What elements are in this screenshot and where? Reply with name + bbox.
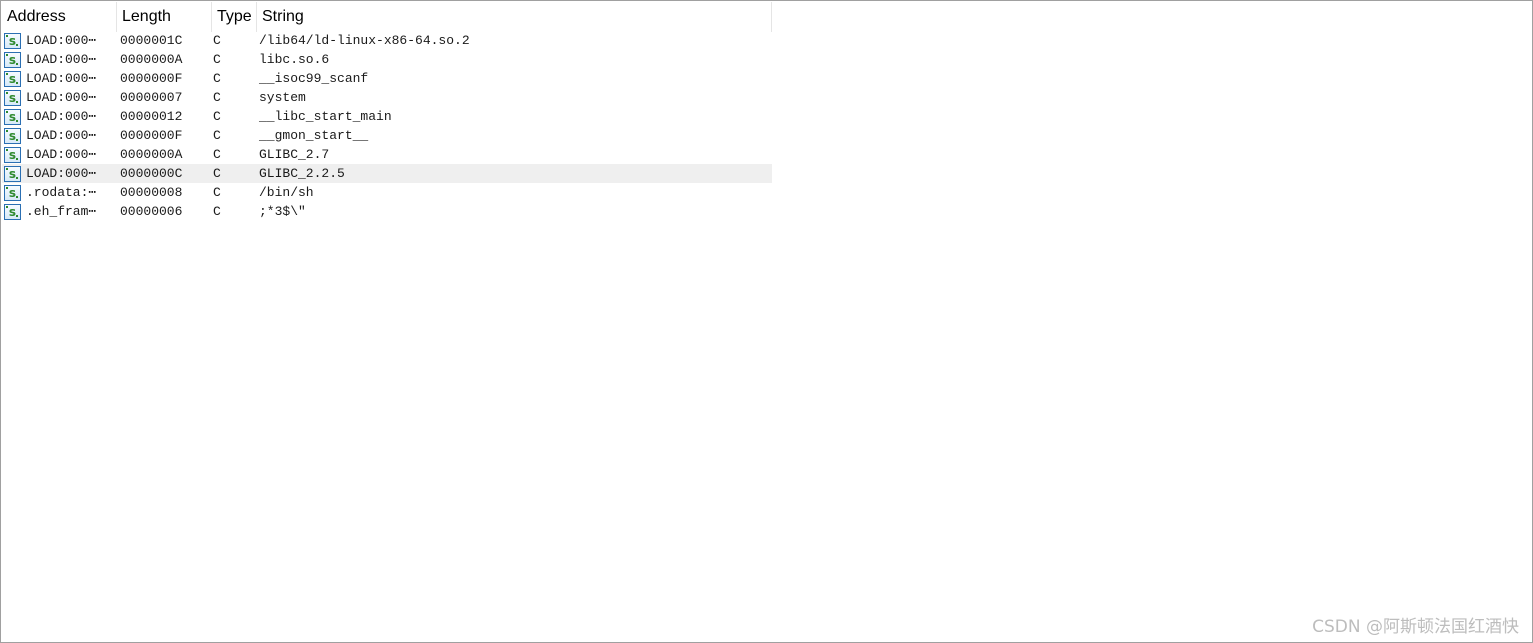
string-s-icon: s (4, 70, 21, 87)
string-s-icon: s (4, 51, 21, 68)
length-cell: 0000000A (120, 147, 183, 162)
length-cell: 00000008 (120, 185, 183, 200)
string-s-icon: s (4, 89, 21, 106)
table-row[interactable]: s LOAD:000⋯ 00000012 C __libc_start_main (2, 107, 772, 126)
string-cell: /bin/sh (259, 185, 314, 200)
string-s-icon: s (4, 127, 21, 144)
watermark: CSDN @阿斯顿法国红酒快 (1312, 617, 1519, 637)
svg-text:s: s (9, 53, 16, 67)
type-cell: C (213, 185, 221, 200)
length-cell: 0000000F (120, 128, 183, 143)
length-cell: 0000001C (120, 33, 183, 48)
string-cell: libc.so.6 (259, 52, 330, 67)
address-text: LOAD:000⋯ (26, 33, 97, 48)
address-text: LOAD:000⋯ (26, 128, 97, 143)
svg-text:s: s (9, 91, 16, 105)
table-row[interactable]: s LOAD:000⋯ 0000000F C __isoc99_scanf (2, 69, 772, 88)
type-cell: C (213, 90, 221, 105)
address-cell: s LOAD:000⋯ (2, 89, 117, 106)
table-row[interactable]: s LOAD:000⋯ 00000007 Csystem (2, 88, 772, 107)
column-header-length[interactable]: Length (117, 2, 212, 32)
address-text: LOAD:000⋯ (26, 109, 97, 124)
address-cell: s LOAD:000⋯ (2, 127, 117, 144)
table-row[interactable]: s LOAD:000⋯ 0000000A C GLIBC_2.7 (2, 145, 772, 164)
length-cell: 0000000A (120, 52, 183, 67)
type-cell: C (213, 71, 221, 86)
svg-text:s: s (9, 205, 16, 219)
string-s-icon: s (4, 108, 21, 125)
type-cell: C (213, 128, 221, 143)
string-cell: /lib64/ld-linux-x86-64.so.2 (259, 33, 470, 48)
string-s-icon: s (4, 203, 21, 220)
string-s-icon: s (4, 165, 21, 182)
table-row[interactable]: s LOAD:000⋯ 0000000A Clibc.so.6 (2, 50, 772, 69)
address-cell: s LOAD:000⋯ (2, 51, 117, 68)
svg-text:s: s (9, 129, 16, 143)
address-text: .rodata:⋯ (26, 185, 97, 200)
svg-text:s: s (9, 148, 16, 162)
string-s-icon: s (4, 146, 21, 163)
string-cell: GLIBC_2.2.5 (259, 166, 345, 181)
address-cell: s LOAD:000⋯ (2, 165, 117, 182)
string-s-icon: s (4, 184, 21, 201)
type-cell: C (213, 204, 221, 219)
type-cell: C (213, 52, 221, 67)
svg-text:s: s (9, 167, 16, 181)
table-header: Address Length Type String (2, 2, 772, 32)
address-cell: s .eh_fram⋯ (2, 203, 117, 220)
type-cell: C (213, 109, 221, 124)
string-cell: __libc_start_main (259, 109, 392, 124)
type-cell: C (213, 147, 221, 162)
length-cell: 00000006 (120, 204, 183, 219)
length-cell: 00000012 (120, 109, 183, 124)
address-text: LOAD:000⋯ (26, 71, 97, 86)
string-cell: GLIBC_2.7 (259, 147, 330, 162)
length-cell: 00000007 (120, 90, 183, 105)
column-header-string[interactable]: String (257, 2, 772, 32)
table-row[interactable]: s LOAD:000⋯ 0000000F C __gmon_start__ (2, 126, 772, 145)
address-cell: s LOAD:000⋯ (2, 70, 117, 87)
table-row[interactable]: s .rodata:⋯ 00000008 C/bin/sh (2, 183, 772, 202)
string-cell: __isoc99_scanf (259, 71, 369, 86)
string-cell: system (259, 90, 306, 105)
svg-text:s: s (9, 34, 16, 48)
address-cell: s LOAD:000⋯ (2, 32, 117, 49)
table-row[interactable]: s LOAD:000⋯ 0000000C C GLIBC_2.2.5 (2, 164, 772, 183)
column-header-address[interactable]: Address (2, 2, 117, 32)
table-row[interactable]: s LOAD:000⋯ 0000001C C/lib64/ld-linux-x86-6… (2, 31, 772, 50)
type-cell: C (213, 166, 221, 181)
column-header-type[interactable]: Type (212, 2, 257, 32)
address-text: LOAD:000⋯ (26, 90, 97, 105)
address-cell: s LOAD:000⋯ (2, 108, 117, 125)
svg-text:s: s (9, 72, 16, 86)
length-cell: 0000000F (120, 71, 183, 86)
svg-text:s: s (9, 110, 16, 124)
strings-window: Address Length Type String s LOAD:000⋯ 000… (0, 0, 1533, 643)
length-cell: 0000000C (120, 166, 183, 181)
address-cell: s .rodata:⋯ (2, 184, 117, 201)
address-text: .eh_fram⋯ (26, 204, 97, 219)
type-cell: C (213, 33, 221, 48)
string-s-icon: s (4, 32, 21, 49)
strings-table-body: s LOAD:000⋯ 0000001C C/lib64/ld-linux-x86-6… (2, 31, 772, 221)
address-text: LOAD:000⋯ (26, 147, 97, 162)
address-text: LOAD:000⋯ (26, 166, 97, 181)
svg-text:s: s (9, 186, 16, 200)
string-cell: __gmon_start__ (259, 128, 369, 143)
string-cell: ;*3$\" (259, 204, 306, 219)
address-text: LOAD:000⋯ (26, 52, 97, 67)
table-row[interactable]: s .eh_fram⋯ 00000006 C ;*3$\" (2, 202, 772, 221)
address-cell: s LOAD:000⋯ (2, 146, 117, 163)
